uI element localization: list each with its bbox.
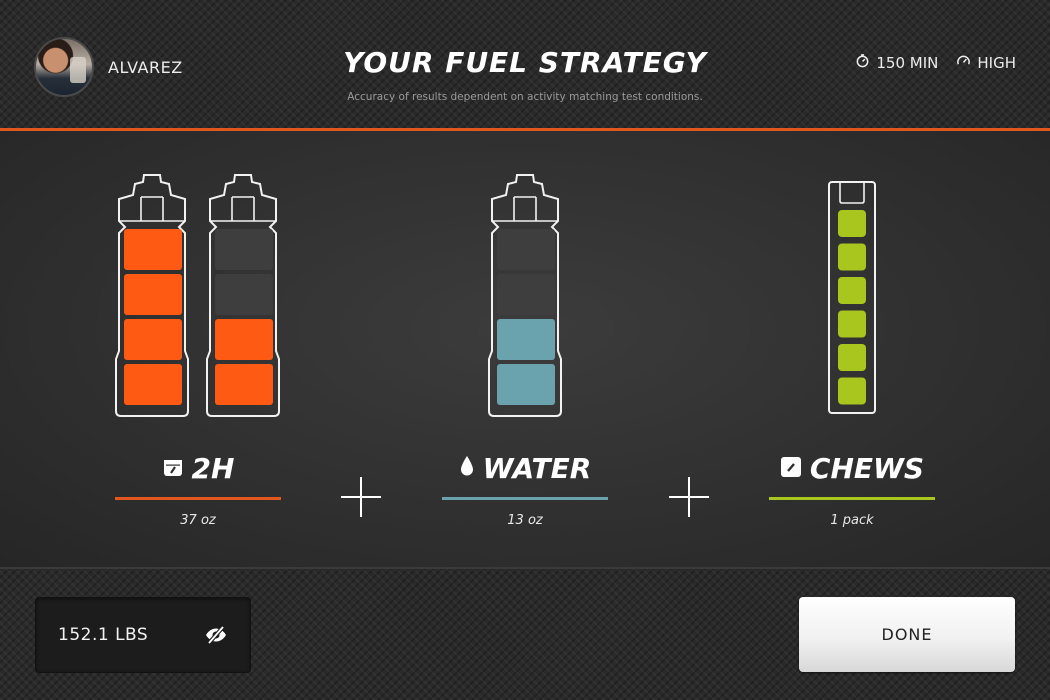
filled-segment <box>124 319 182 360</box>
done-button[interactable]: DONE <box>799 597 1015 672</box>
user-profile[interactable]: ALVAREZ <box>34 37 183 97</box>
drink-mix-bottle-2 <box>204 173 282 419</box>
avatar[interactable] <box>34 37 94 97</box>
stopwatch-icon <box>855 53 870 72</box>
intensity-stat: HIGH <box>956 53 1016 72</box>
chews-summary: CHEWS 1 pack <box>769 451 935 528</box>
chews-rule <box>769 497 935 500</box>
intensity-value: HIGH <box>977 53 1016 72</box>
gauge-icon <box>956 53 971 72</box>
session-stats: 150 MIN HIGH <box>855 53 1016 72</box>
hide-eye-icon[interactable] <box>204 625 228 645</box>
bottle-cap <box>492 196 558 222</box>
chew-piece <box>838 377 866 405</box>
empty-segment <box>215 229 273 270</box>
drink-mix-amount: 37 oz <box>180 513 216 528</box>
duration-stat: 150 MIN <box>855 53 938 72</box>
chew-piece <box>838 310 866 338</box>
filled-segment <box>124 274 182 315</box>
chews-pack-tab <box>839 182 865 204</box>
bottle-cap <box>210 196 276 222</box>
header-bar: ALVAREZ YOUR FUEL STRATEGY Accuracy of r… <box>0 0 1050 128</box>
chews-pack <box>828 181 878 415</box>
plus-icon <box>669 477 709 517</box>
page-title: YOUR FUEL STRATEGY <box>343 46 707 79</box>
chew-piece <box>838 243 866 271</box>
empty-segment <box>497 229 555 270</box>
water-rule <box>442 497 608 500</box>
duration-value: 150 MIN <box>876 53 939 72</box>
title-block: YOUR FUEL STRATEGY Accuracy of results d… <box>300 46 750 103</box>
username: ALVAREZ <box>108 57 183 77</box>
chew-piece <box>838 277 866 304</box>
filled-segment <box>215 319 273 360</box>
page-subtitle: Accuracy of results dependent on activit… <box>347 91 703 103</box>
chew-piece <box>838 210 866 237</box>
drink-mix-rule <box>115 497 281 500</box>
chews-name: CHEWS <box>809 451 925 485</box>
drink-mix-bottle-1 <box>113 173 191 419</box>
fuel-strategy-panel: 2H 37 oz WATER 13 oz CHEWS 1 pack <box>0 131 1050 568</box>
weight-value: 152.1 LBS <box>58 625 149 645</box>
plus-icon <box>341 477 381 517</box>
filled-segment <box>215 364 273 405</box>
water-summary: WATER 13 oz <box>442 451 608 528</box>
filled-segment <box>124 364 182 405</box>
bottle-cap <box>119 196 185 222</box>
drink-mix-name: 2H <box>191 451 235 485</box>
empty-segment <box>215 274 273 315</box>
drink-mix-summary: 2H 37 oz <box>115 451 281 528</box>
filled-segment <box>124 229 182 270</box>
filled-segment <box>497 364 555 405</box>
filled-segment <box>497 319 555 360</box>
chews-icon <box>780 452 802 485</box>
weight-display[interactable]: 152.1 LBS <box>35 597 251 673</box>
drink-mix-icon <box>162 452 184 485</box>
water-drop-icon <box>459 452 475 485</box>
water-name: WATER <box>482 451 592 485</box>
chew-piece <box>838 344 866 371</box>
empty-segment <box>497 274 555 315</box>
chews-amount: 1 pack <box>830 513 874 528</box>
water-amount: 13 oz <box>507 513 543 528</box>
water-bottle <box>486 173 564 419</box>
footer-bar: 152.1 LBS DONE <box>0 569 1050 700</box>
